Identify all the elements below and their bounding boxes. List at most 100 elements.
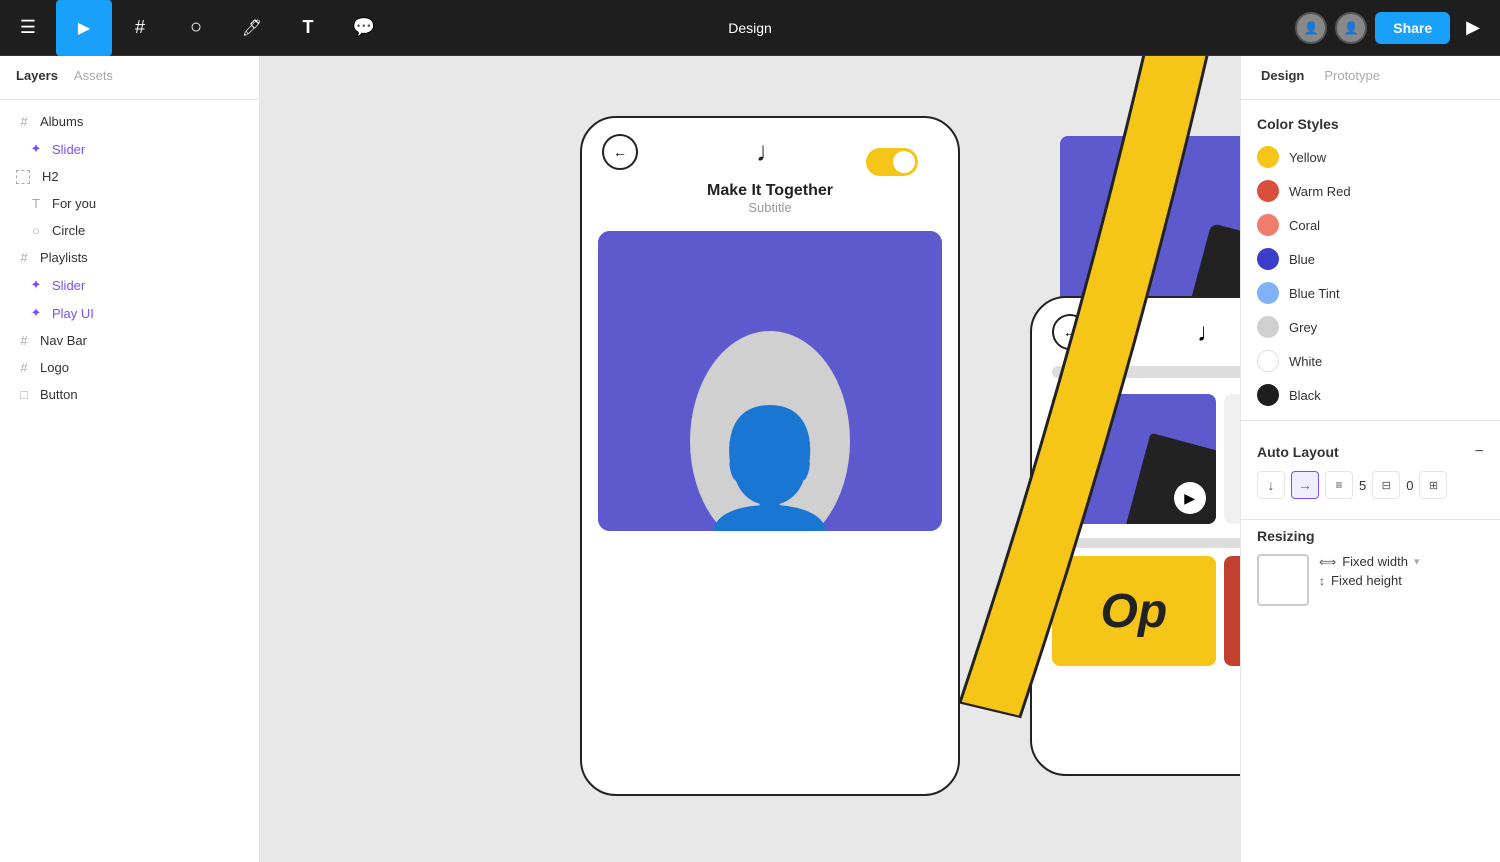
resizing-grid: ⟺ Fixed width ▾ ↕ Fixed height xyxy=(1257,554,1484,606)
user-avatar-1[interactable]: 👤 xyxy=(1295,12,1327,44)
layer-item-h2[interactable]: H2 xyxy=(0,163,259,190)
layer-item-for-you[interactable]: T For you xyxy=(0,190,259,217)
color-style-white[interactable]: White xyxy=(1241,344,1500,378)
text-icon: T xyxy=(303,17,314,38)
color-name-yellow: Yellow xyxy=(1289,150,1326,165)
fixed-height-option[interactable]: ↕ Fixed height xyxy=(1319,573,1419,588)
album-thumb-2 xyxy=(1224,394,1240,524)
layer-name-albums: Albums xyxy=(40,114,83,129)
auto-layout-controls: ↓ → ≡ 5 ⊟ 0 ⊞ xyxy=(1257,471,1484,499)
color-style-blue-tint[interactable]: Blue Tint xyxy=(1241,276,1500,310)
direction-right-button[interactable]: → xyxy=(1291,471,1319,499)
placeholder-bar-2 xyxy=(1052,538,1240,548)
document-title: Design xyxy=(728,20,772,36)
layer-item-circle[interactable]: ○ Circle xyxy=(0,217,259,244)
color-style-grey[interactable]: Grey xyxy=(1241,310,1500,344)
resize-preview-box xyxy=(1257,554,1309,606)
tab-prototype[interactable]: Prototype xyxy=(1324,68,1380,87)
layer-item-albums[interactable]: # Albums xyxy=(0,108,259,135)
color-swatch-coral xyxy=(1257,214,1279,236)
left-panel: Layers Assets # Albums ✦ Slider H2 T For… xyxy=(0,56,260,862)
bottom-row: Op xyxy=(1032,556,1240,666)
color-style-blue[interactable]: Blue xyxy=(1241,242,1500,276)
music-logo-right: ♩ xyxy=(1197,317,1223,348)
yellow-thumb: Op xyxy=(1052,556,1216,666)
text-tool-button[interactable]: T xyxy=(280,0,336,56)
hamburger-menu[interactable]: ☰ xyxy=(0,0,56,56)
main-layout: Layers Assets # Albums ✦ Slider H2 T For… xyxy=(0,56,1500,862)
color-style-warm-red[interactable]: Warm Red xyxy=(1241,174,1500,208)
toolbar: ☰ ▶ # ○ 🖊 T 💬 Design 👤 👤 Share ▶ xyxy=(0,0,1500,56)
layer-list: # Albums ✦ Slider H2 T For you ○ Circle xyxy=(0,100,259,862)
layer-name-nav-bar: Nav Bar xyxy=(40,333,87,348)
present-button[interactable]: ▶ xyxy=(1458,9,1488,46)
resize-options: ⟺ Fixed width ▾ ↕ Fixed height xyxy=(1319,554,1419,588)
layer-item-slider-1[interactable]: ✦ Slider xyxy=(0,135,259,163)
divider-2 xyxy=(1241,519,1500,520)
wrap-button[interactable]: ≡ xyxy=(1325,471,1353,499)
color-style-coral[interactable]: Coral xyxy=(1241,208,1500,242)
padding-value: 0 xyxy=(1406,478,1413,493)
color-name-white: White xyxy=(1289,354,1322,369)
hamburger-icon: ☰ xyxy=(20,17,36,38)
red-thumb xyxy=(1224,556,1240,666)
color-name-warm-red: Warm Red xyxy=(1289,184,1351,199)
user-avatar-2[interactable]: 👤 xyxy=(1335,12,1367,44)
frame-icon: # xyxy=(16,250,32,265)
layer-name-play-ui: Play UI xyxy=(52,306,94,321)
component-icon: ✦ xyxy=(28,305,44,321)
layer-item-playlists[interactable]: # Playlists xyxy=(0,244,259,271)
fixed-width-icon: ⟺ xyxy=(1319,555,1336,569)
auto-layout-collapse[interactable]: − xyxy=(1475,443,1484,461)
fixed-height-icon: ↕ xyxy=(1319,574,1325,588)
layer-item-nav-bar[interactable]: # Nav Bar xyxy=(0,327,259,354)
divider-1 xyxy=(1241,420,1500,421)
tab-layers[interactable]: Layers xyxy=(16,68,58,87)
color-swatch-white xyxy=(1257,350,1279,372)
canvas[interactable]: Headline ✡ ⏪ NEW! ✦ ← ♩ Make It Together xyxy=(260,56,1240,862)
auto-layout-section: Auto Layout − ↓ → ≡ 5 ⊟ 0 ⊞ xyxy=(1241,429,1500,511)
right-panel: Design Prototype Color Styles Yellow War… xyxy=(1240,56,1500,862)
spacing-value: 5 xyxy=(1359,478,1366,493)
align-button[interactable]: ⊞ xyxy=(1419,471,1447,499)
layer-item-logo[interactable]: # Logo xyxy=(0,354,259,381)
fixed-width-label: Fixed width xyxy=(1342,554,1408,569)
right-panel-tabs: Design Prototype xyxy=(1241,56,1500,100)
layer-item-slider-2[interactable]: ✦ Slider xyxy=(0,271,259,299)
circle-icon: ○ xyxy=(28,223,44,238)
auto-layout-header: Auto Layout − xyxy=(1257,429,1484,471)
phone-left-header: ← ♩ xyxy=(582,118,958,178)
share-button[interactable]: Share xyxy=(1375,12,1450,44)
phone-right-header: ← ♩ xyxy=(1032,298,1240,358)
layer-name-slider-2: Slider xyxy=(52,278,85,293)
comment-tool-button[interactable]: 💬 xyxy=(336,0,392,56)
album-thumb-1: ▶ xyxy=(1052,394,1216,524)
fixed-width-option[interactable]: ⟺ Fixed width ▾ xyxy=(1319,554,1419,569)
layer-item-button[interactable]: □ Button xyxy=(0,381,259,408)
color-style-yellow[interactable]: Yellow xyxy=(1241,140,1500,174)
back-button-right[interactable]: ← xyxy=(1052,314,1088,350)
text-icon: T xyxy=(28,196,44,211)
back-button[interactable]: ← xyxy=(602,134,638,170)
person-figure: 👤 xyxy=(690,271,850,531)
tab-assets[interactable]: Assets xyxy=(74,68,113,87)
direction-down-button[interactable]: ↓ xyxy=(1257,471,1285,499)
circle-tool-button[interactable]: ○ xyxy=(168,0,224,56)
phone-mockup-left: ← ♩ Make It Together Subtitle � xyxy=(580,116,960,796)
color-styles-title: Color Styles xyxy=(1241,100,1500,140)
color-swatch-blue xyxy=(1257,248,1279,270)
tab-design[interactable]: Design xyxy=(1261,68,1304,87)
frame-tool-button[interactable]: # xyxy=(112,0,168,56)
album-art: 👤 xyxy=(598,231,942,531)
padding-button[interactable]: ⊟ xyxy=(1372,471,1400,499)
comment-icon: 💬 xyxy=(353,17,375,38)
fixed-width-dropdown[interactable]: ▾ xyxy=(1414,555,1420,568)
select-icon: ▶ xyxy=(78,18,90,38)
pen-tool-button[interactable]: 🖊 xyxy=(224,0,280,56)
select-tool-button[interactable]: ▶ xyxy=(56,0,112,56)
color-name-blue: Blue xyxy=(1289,252,1315,267)
layer-item-play-ui[interactable]: ✦ Play UI xyxy=(0,299,259,327)
color-style-black[interactable]: Black xyxy=(1241,378,1500,412)
left-panel-tabs: Layers Assets xyxy=(0,56,259,100)
layer-name-for-you: For you xyxy=(52,196,96,211)
